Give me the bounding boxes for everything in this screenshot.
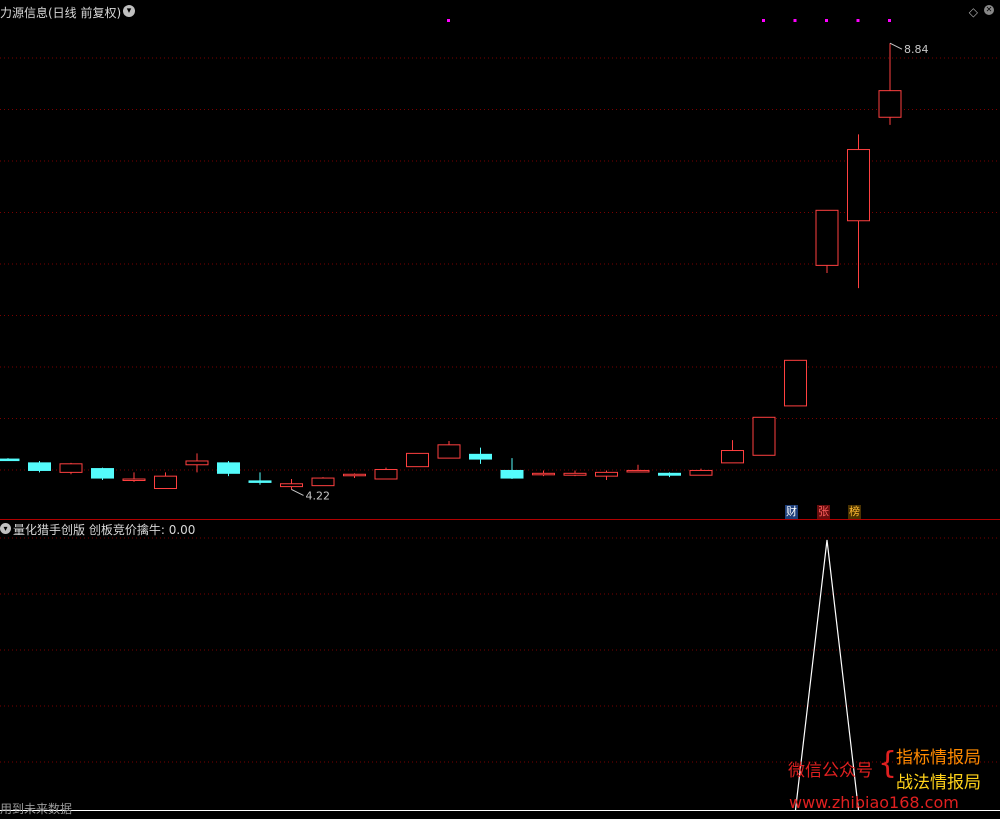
watermark-wechat: 微信公众号 <box>788 761 873 781</box>
signal-dot <box>447 19 450 22</box>
high-price-label: 8.84 <box>904 43 929 56</box>
candle-body <box>595 471 618 477</box>
candle-body <box>311 477 335 487</box>
high-pointer <box>889 42 903 50</box>
signal-dot <box>888 19 891 22</box>
watermark-brace: { <box>878 746 898 781</box>
diamond-icon[interactable]: ◇ <box>969 5 978 19</box>
candle-body <box>469 453 492 460</box>
indicator-value: 0.00 <box>168 523 196 537</box>
indicator-chevron-icon[interactable]: ▾ <box>0 523 11 534</box>
candle-body <box>217 462 240 474</box>
candle-body <box>878 90 902 118</box>
candles <box>0 43 902 490</box>
candle-body <box>658 472 681 476</box>
limit-up-badge[interactable]: 张 <box>817 505 830 519</box>
ranking-badge[interactable]: 榜 <box>848 505 861 519</box>
candle-body <box>248 480 272 483</box>
future-data-note: 用到未来数据 <box>0 802 73 816</box>
candle-body <box>437 444 461 459</box>
watermark-url: www.zhibiao168.com <box>789 793 959 812</box>
low-price-label: 4.22 <box>306 489 331 502</box>
finance-badge[interactable]: 财 <box>785 505 798 519</box>
candle-body <box>28 462 51 471</box>
candle-body <box>406 452 429 468</box>
candle-body <box>122 478 146 482</box>
candle-body <box>0 458 20 462</box>
candle-body <box>689 469 713 476</box>
candle-body <box>784 359 807 407</box>
candle-body <box>815 209 839 266</box>
indicator-title: 量化猎手创版 创板竞价擒牛: 0.00 <box>13 521 195 538</box>
watermark-line2: 战法情报局 <box>896 773 981 793</box>
candle-body <box>532 472 555 476</box>
low-pointer <box>291 489 304 496</box>
price-labels: 4.22 8.84 <box>291 42 929 502</box>
candle-body <box>721 450 744 464</box>
indicator-label: 量化猎手创版 创板竞价擒牛: <box>13 523 169 537</box>
candle-body <box>343 473 366 477</box>
signal-dot <box>762 19 765 22</box>
watermark-line1: 指标情报局 <box>896 748 981 768</box>
candle-body <box>626 469 650 473</box>
indicator-grid <box>0 537 1000 763</box>
candle-body <box>374 469 398 480</box>
signal-dot <box>825 19 828 22</box>
price-grid <box>0 57 1000 471</box>
candle-body <box>847 149 870 222</box>
chevron-down-icon[interactable]: ▾ <box>123 5 135 17</box>
candle-body <box>59 463 83 473</box>
signal-dots <box>447 19 891 22</box>
candle-body <box>91 468 114 479</box>
candle-body <box>752 416 776 456</box>
close-icon[interactable]: ✕ <box>984 5 994 15</box>
candle-body <box>154 475 177 490</box>
candle-body <box>280 483 303 488</box>
signal-dot <box>793 19 797 22</box>
chart-title: 力源信息(日线 前复权) <box>0 6 122 20</box>
candle-body <box>500 469 524 479</box>
candle-body <box>185 460 209 466</box>
candle-body <box>563 472 587 476</box>
candlestick-chart: 4.22 8.84 <box>0 19 1000 811</box>
signal-dot <box>856 19 860 22</box>
